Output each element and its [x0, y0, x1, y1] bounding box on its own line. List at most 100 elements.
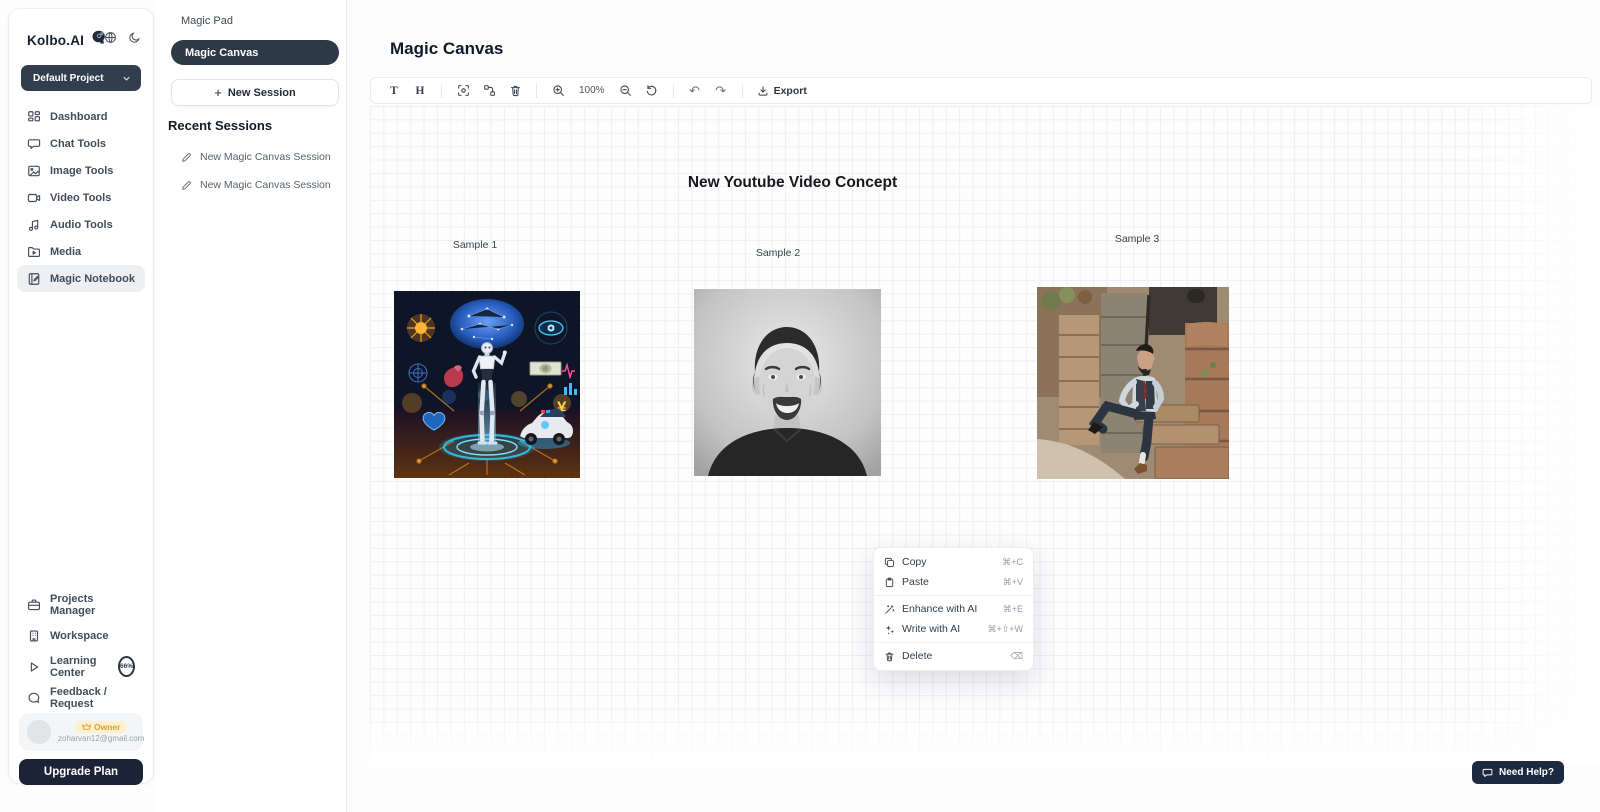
- feedback-bubble-icon: [27, 691, 41, 705]
- context-menu-label: Delete: [902, 650, 932, 662]
- language-globe-icon[interactable]: [104, 31, 117, 49]
- sidebar-item-chat-tools[interactable]: Chat Tools: [17, 130, 145, 157]
- upgrade-plan-button[interactable]: Upgrade Plan: [19, 759, 143, 785]
- user-account-card[interactable]: Owner zoharvan12@gmail.com: [19, 713, 143, 751]
- delete-tool-button[interactable]: [504, 80, 526, 101]
- logo-text: Kolbo.AI: [27, 33, 84, 48]
- sidebar-item-video-tools[interactable]: Video Tools: [17, 184, 145, 211]
- sidebar-item-dashboard[interactable]: Dashboard: [17, 103, 145, 130]
- sidebar-item-learning-center[interactable]: Learning Center 66%: [17, 651, 145, 682]
- logo: Kolbo.AI: [27, 29, 107, 51]
- image-icon: [27, 164, 41, 178]
- zoom-in-button[interactable]: [547, 80, 569, 101]
- project-selector[interactable]: Default Project: [21, 65, 141, 91]
- connector-icon: [483, 84, 496, 97]
- context-menu-paste[interactable]: Paste ⌘+V: [874, 572, 1033, 592]
- sample-2-image[interactable]: [694, 289, 881, 476]
- heading-tool-button[interactable]: H: [409, 80, 431, 101]
- need-help-label: Need Help?: [1499, 767, 1554, 778]
- sidebar-item-projects-manager[interactable]: Projects Manager: [17, 589, 145, 620]
- sample-3-label[interactable]: Sample 3: [1087, 233, 1187, 245]
- chevron-down-icon: [122, 74, 131, 83]
- sample-3-image[interactable]: [1037, 287, 1229, 479]
- tab-magic-pad[interactable]: Magic Pad: [181, 15, 233, 27]
- owner-badge: Owner: [75, 721, 127, 733]
- context-menu: Copy ⌘+C Paste ⌘+V Enhance with AI ⌘+E W…: [873, 547, 1034, 671]
- user-email: zoharvan12@gmail.com: [58, 734, 144, 743]
- help-chat-icon: [1482, 767, 1493, 778]
- sidebar-item-media[interactable]: Media: [17, 238, 145, 265]
- sidebar-nav: Dashboard Chat Tools Image Tools Video T…: [17, 103, 145, 292]
- sidebar-item-label: Video Tools: [50, 192, 111, 204]
- left-sidebar: Kolbo.AI Default Project Dashboard Chat …: [8, 8, 154, 784]
- download-icon: [757, 85, 769, 97]
- context-menu-label: Paste: [902, 576, 929, 588]
- video-icon: [27, 191, 41, 205]
- context-menu-shortcut: ⌫: [1010, 651, 1023, 662]
- pencil-icon: [181, 180, 192, 191]
- project-selector-label: Default Project: [33, 73, 122, 84]
- context-menu-copy[interactable]: Copy ⌘+C: [874, 552, 1033, 572]
- undo-icon: ↶: [689, 84, 700, 97]
- page-title: Magic Canvas: [390, 39, 503, 59]
- session-list-item[interactable]: New Magic Canvas Session: [181, 179, 331, 191]
- sidebar-bottom-nav: Projects Manager Workspace Learning Cent…: [17, 589, 145, 713]
- crown-icon: [82, 723, 91, 731]
- magic-wand-icon: [884, 604, 895, 615]
- context-menu-write-with-ai[interactable]: Write with AI ⌘+⇧+W: [874, 619, 1033, 639]
- paste-icon: [884, 577, 895, 588]
- rotate-reset-icon: [645, 84, 658, 97]
- text-tool-button[interactable]: T: [383, 80, 405, 101]
- sidebar-item-feedback-request[interactable]: Feedback / Request: [17, 682, 145, 713]
- undo-button[interactable]: ↶: [684, 80, 706, 101]
- sidebar-item-image-tools[interactable]: Image Tools: [17, 157, 145, 184]
- connector-tool-button[interactable]: [478, 80, 500, 101]
- new-session-button[interactable]: + New Session: [171, 79, 339, 106]
- learning-progress-badge: 66%: [118, 656, 135, 677]
- export-button[interactable]: Export: [753, 85, 811, 97]
- redo-button[interactable]: ↷: [710, 80, 732, 101]
- trash-icon: [509, 84, 522, 97]
- toolbar-divider: [673, 84, 674, 98]
- sample-1-image[interactable]: ¥: [394, 291, 580, 478]
- sidebar-item-label: Magic Notebook: [50, 273, 135, 285]
- reset-view-button[interactable]: [641, 80, 663, 101]
- sidebar-item-label: Image Tools: [50, 165, 113, 177]
- session-panel: Magic Pad Magic Canvas + New Session Rec…: [155, 0, 347, 812]
- canvas-heading-text[interactable]: New Youtube Video Concept: [640, 174, 945, 192]
- tab-magic-canvas[interactable]: Magic Canvas: [171, 40, 339, 65]
- owner-badge-label: Owner: [94, 722, 120, 732]
- canvas-toolbar: T H 100% ↶ ↷ Export: [370, 77, 1592, 104]
- plus-icon: +: [214, 85, 222, 100]
- sidebar-item-workspace[interactable]: Workspace: [17, 620, 145, 651]
- context-menu-label: Copy: [902, 556, 927, 568]
- zoom-level: 100%: [573, 85, 611, 96]
- zoom-out-icon: [619, 84, 632, 97]
- session-label: New Magic Canvas Session: [200, 151, 331, 163]
- avatar: [27, 720, 51, 744]
- sample-1-label[interactable]: Sample 1: [425, 239, 525, 251]
- sparkles-icon: [884, 624, 895, 635]
- dark-mode-moon-icon[interactable]: [128, 31, 141, 49]
- context-menu-delete[interactable]: Delete ⌫: [874, 646, 1033, 666]
- context-menu-shortcut: ⌘+E: [1003, 604, 1023, 615]
- session-list-item[interactable]: New Magic Canvas Session: [181, 151, 331, 163]
- sidebar-item-label: Feedback / Request: [50, 686, 135, 710]
- sidebar-item-magic-notebook[interactable]: Magic Notebook: [17, 265, 145, 292]
- export-label: Export: [774, 85, 807, 97]
- sidebar-item-label: Learning Center: [50, 655, 107, 679]
- new-session-label: New Session: [228, 87, 296, 99]
- session-label: New Magic Canvas Session: [200, 179, 331, 191]
- sidebar-item-audio-tools[interactable]: Audio Tools: [17, 211, 145, 238]
- play-icon: [27, 660, 41, 674]
- context-menu-enhance-with-ai[interactable]: Enhance with AI ⌘+E: [874, 599, 1033, 619]
- zoom-out-button[interactable]: [615, 80, 637, 101]
- copy-icon: [884, 557, 895, 568]
- need-help-button[interactable]: Need Help?: [1472, 761, 1564, 784]
- sample-2-label[interactable]: Sample 2: [728, 247, 828, 259]
- sidebar-item-label: Workspace: [50, 630, 109, 642]
- toolbar-divider: [742, 84, 743, 98]
- sidebar-item-label: Dashboard: [50, 111, 107, 123]
- ai-select-tool-button[interactable]: [452, 80, 474, 101]
- toolbar-divider: [536, 84, 537, 98]
